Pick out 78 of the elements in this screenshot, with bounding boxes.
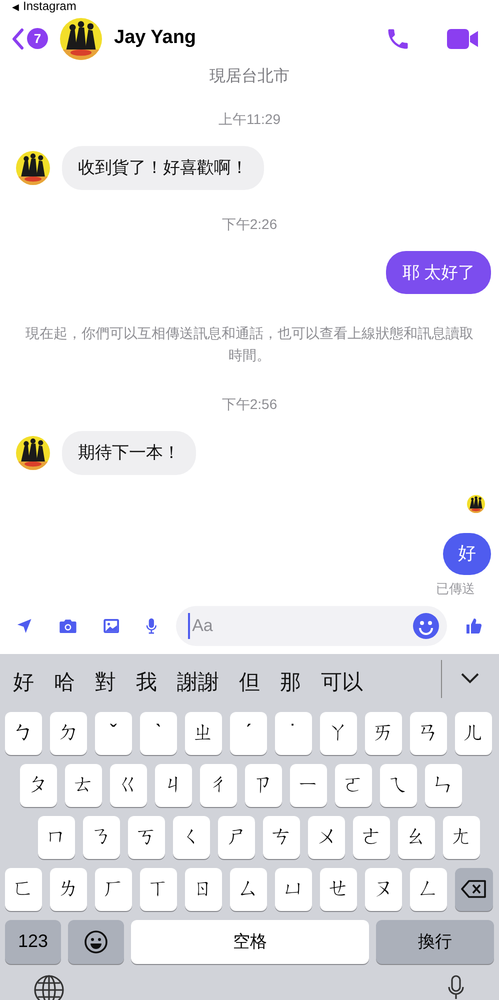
message-field[interactable]: Aa (176, 606, 448, 646)
keyboard-key[interactable]: ㄆ (20, 764, 57, 807)
space-key[interactable]: 空格 (131, 920, 369, 964)
candidate-word[interactable]: 可以 (321, 666, 363, 698)
back-arrow[interactable]: ◀ (12, 0, 19, 14)
keyboard-key[interactable]: ㄙ (230, 868, 267, 911)
incoming-message: 收到貨了！好喜歡啊！ (62, 146, 264, 190)
keyboard-key[interactable]: ㄕ (218, 816, 255, 859)
keyboard-key[interactable]: ㄓ (185, 712, 222, 755)
backspace-icon (461, 880, 487, 898)
chevron-down-icon[interactable] (460, 672, 480, 684)
return-key[interactable]: 換行 (376, 920, 494, 964)
keyboard-key[interactable]: ㄝ (320, 868, 357, 911)
candidate-word[interactable]: 我 (136, 666, 157, 698)
keyboard-key[interactable]: ˋ (140, 712, 177, 755)
notice-text: 現在起，你們可以互相傳送訊息和通話，也可以查看上線狀態和訊息讀取時間。 (24, 324, 474, 366)
keyboard-key[interactable]: ㄇ (38, 816, 75, 859)
keyboard-key[interactable]: ㄦ (455, 712, 492, 755)
keyboard-key[interactable]: ㄟ (380, 764, 417, 807)
back-app-label[interactable]: Instagram (23, 0, 76, 13)
keyboard-key[interactable]: ㄜ (353, 816, 390, 859)
candidate-word[interactable]: 謝謝 (177, 666, 219, 698)
contact-location: 現居台北市 (210, 66, 290, 88)
keyboard-key[interactable]: ㄊ (65, 764, 102, 807)
timestamp: 下午2:26 (222, 214, 278, 234)
candidate-word[interactable]: 對 (95, 666, 116, 698)
delete-key[interactable] (455, 868, 493, 911)
emoji-icon (84, 930, 108, 954)
delivery-status: 已傳送 (436, 580, 475, 598)
keyboard-key[interactable]: ㄧ (290, 764, 327, 807)
keyboard-key[interactable]: ㄍ (110, 764, 147, 807)
keyboard-key[interactable]: ㄐ (155, 764, 192, 807)
keyboard-key[interactable]: ㄩ (275, 868, 312, 911)
video-camera-icon[interactable] (447, 28, 479, 50)
keyboard-key[interactable]: ˊ (230, 712, 267, 755)
keyboard-key[interactable]: ㄏ (95, 868, 132, 911)
numbers-key[interactable]: 123 (5, 920, 61, 964)
microphone-icon[interactable] (446, 974, 466, 1000)
keyboard-key[interactable]: ㄥ (410, 868, 447, 911)
keyboard-key[interactable]: ㄞ (365, 712, 402, 755)
keyboard-key[interactable]: ㄠ (398, 816, 435, 859)
candidate-word[interactable]: 那 (280, 666, 301, 698)
keyboard-key[interactable]: ㄒ (140, 868, 177, 911)
outgoing-message: 耶 太好了 (386, 250, 491, 294)
keyboard-key[interactable]: ㄡ (365, 868, 402, 911)
keyboard-key[interactable]: ㄖ (185, 868, 222, 911)
back-chevron-icon (12, 28, 24, 50)
keyboard-key[interactable]: ˙ (275, 712, 312, 755)
keyboard-key[interactable]: ㄢ (410, 712, 447, 755)
candidate-word[interactable]: 好 (13, 666, 34, 698)
keyboard-key[interactable]: ㄔ (200, 764, 237, 807)
keyboard-key[interactable]: ㄌ (50, 868, 87, 911)
incoming-message: 期待下一本！ (62, 431, 196, 475)
keyboard-key[interactable]: ㄘ (263, 816, 300, 859)
emoji-key[interactable] (68, 920, 124, 964)
outgoing-message: 好 (443, 532, 491, 575)
keyboard-key[interactable]: ㄉ (50, 712, 87, 755)
keyboard-key[interactable]: ˇ (95, 712, 132, 755)
keyboard-key[interactable]: ㄣ (425, 764, 462, 807)
keyboard-key[interactable]: ㄤ (443, 816, 480, 859)
keyboard-key[interactable]: ㄗ (245, 764, 282, 807)
keyboard-key[interactable]: ㄈ (5, 868, 42, 911)
globe-icon[interactable] (33, 974, 65, 1000)
keyboard-key[interactable]: ㄛ (335, 764, 372, 807)
keyboard-key[interactable]: ㄅ (5, 712, 42, 755)
candidate-word[interactable]: 但 (239, 666, 260, 698)
keyboard-key[interactable]: ㄋ (83, 816, 120, 859)
emoji-icon[interactable] (413, 613, 440, 640)
unread-badge: 7 (27, 28, 48, 50)
keyboard-key[interactable]: ㄨ (308, 816, 345, 859)
timestamp: 上午11:29 (218, 110, 280, 130)
keyboard-key[interactable]: ㄚ (320, 712, 357, 755)
back-button[interactable]: 7 (12, 28, 48, 50)
keyboard-key[interactable]: ㄑ (173, 816, 210, 859)
keyboard-key[interactable]: ㄎ (128, 816, 165, 859)
timestamp: 下午2:56 (222, 395, 278, 414)
contact-name[interactable]: Jay Yang (114, 24, 196, 53)
candidate-word[interactable]: 哈 (54, 666, 75, 698)
